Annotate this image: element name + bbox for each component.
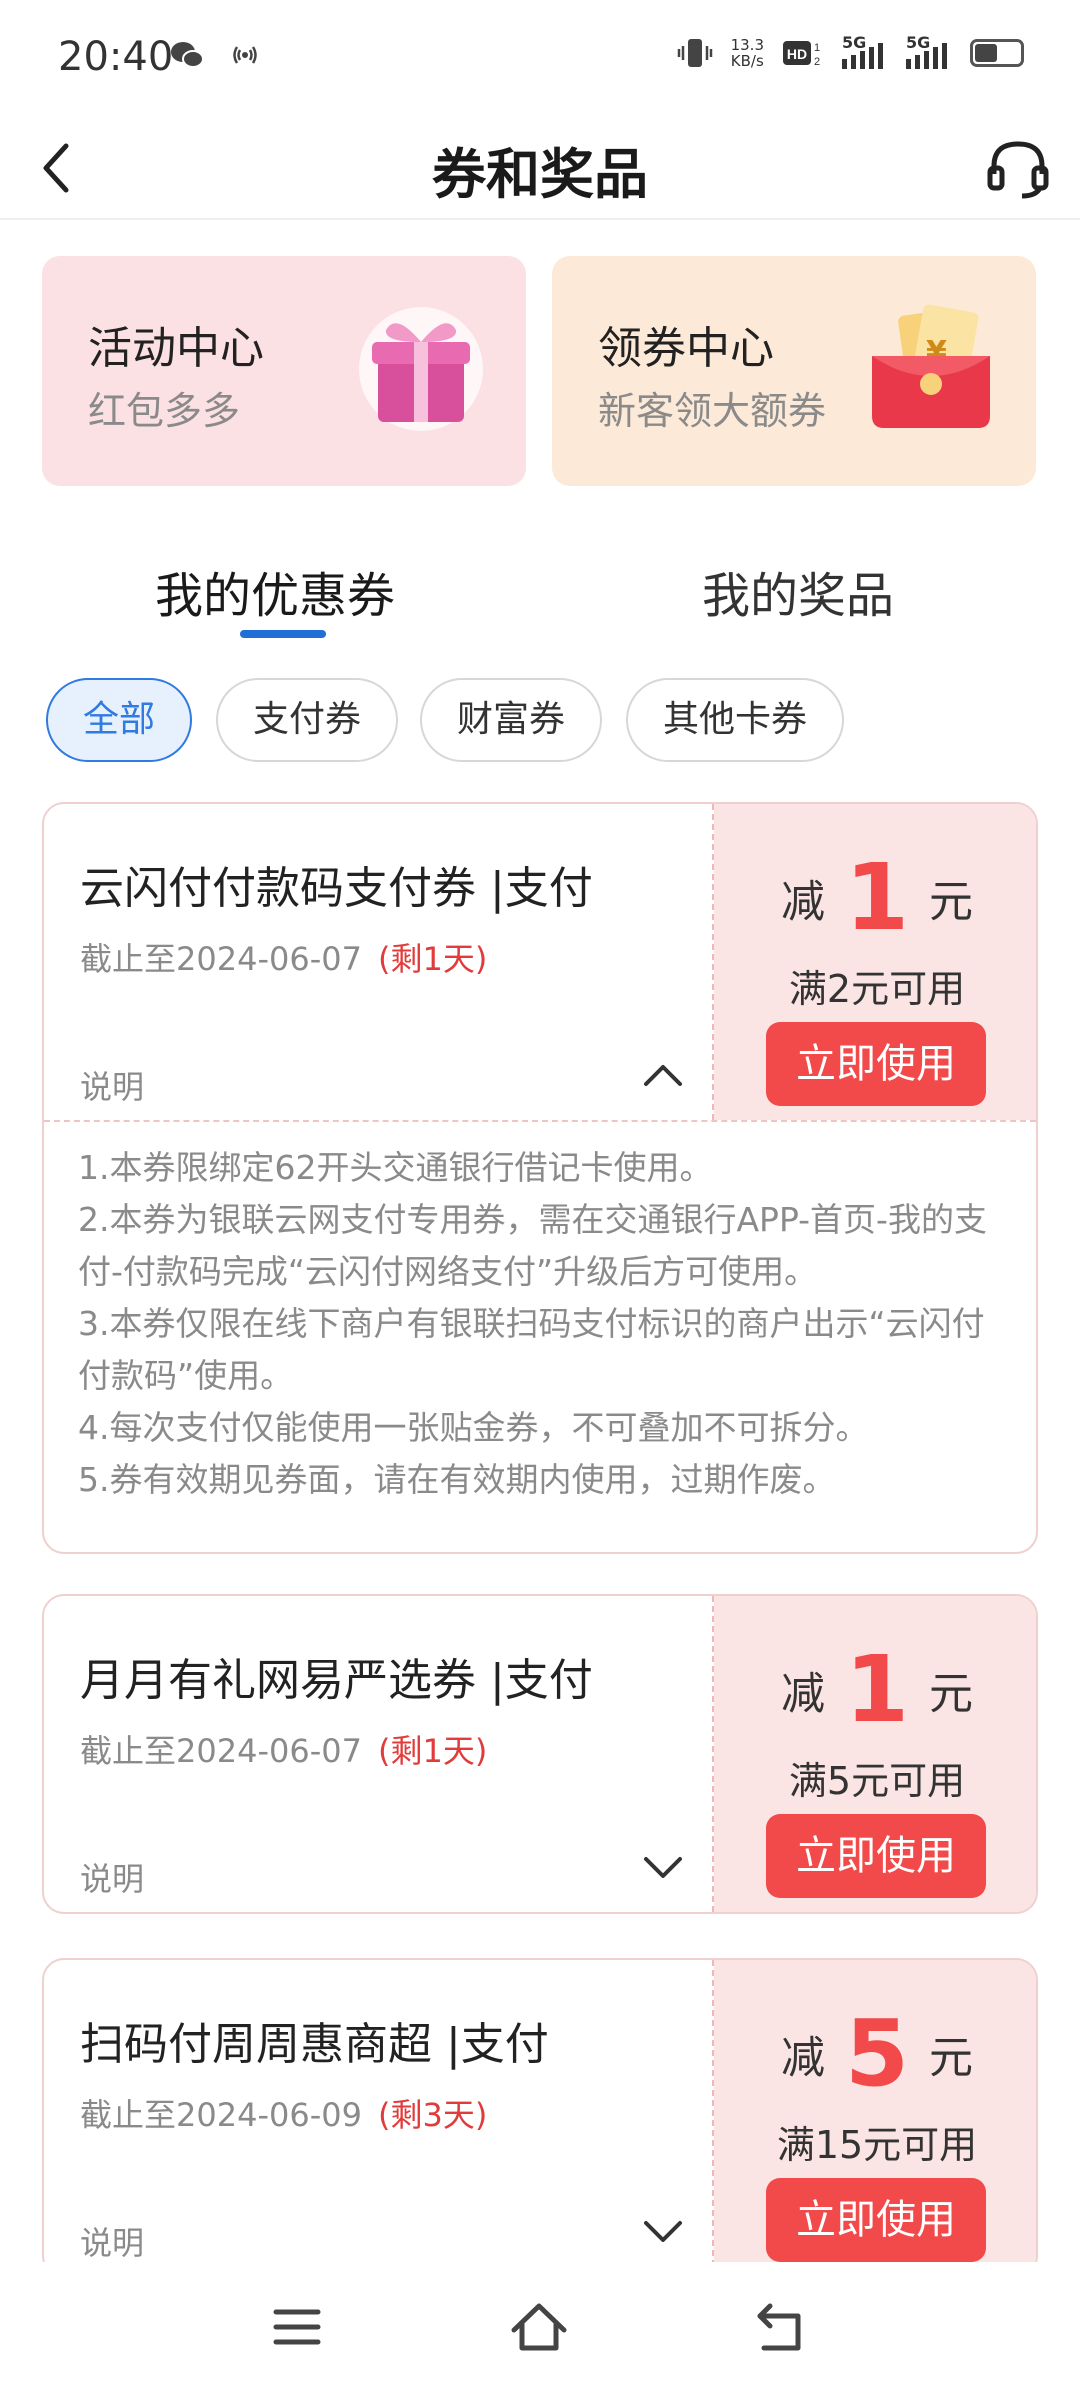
coupon-deadline: 截止至2024-06-09 (剩3天) xyxy=(80,2096,488,2134)
filter-chip-all[interactable]: 全部 xyxy=(46,678,192,762)
header: 券和奖品 xyxy=(0,110,1080,220)
coupon-explain-toggle[interactable]: 说明 xyxy=(80,1854,144,1900)
status-time: 20:40 xyxy=(58,34,174,80)
coupon-center-title: 领券中心 xyxy=(598,323,774,374)
chevron-down-icon[interactable] xyxy=(638,2210,688,2250)
coupon-deadline: 截止至2024-06-07 (剩1天) xyxy=(80,940,488,978)
coupon-name: 月月有礼网易严选券 |支付 xyxy=(80,1655,593,1706)
svg-text:1: 1 xyxy=(814,42,820,54)
battery-icon xyxy=(970,39,1024,67)
chevron-up-icon[interactable] xyxy=(638,1054,688,1094)
hotspot-icon xyxy=(233,46,257,64)
coupon-remaining: (剩1天) xyxy=(377,1732,488,1770)
wechat-icon xyxy=(171,42,204,68)
home-icon[interactable] xyxy=(504,2292,574,2362)
coupon-amount: 1 xyxy=(844,844,909,951)
network-speed: 13.3 KB/s xyxy=(730,36,764,70)
coupon-name: 扫码付周周惠商超 |支付 xyxy=(80,2019,549,2070)
coupon-remaining: (剩1天) xyxy=(377,940,488,978)
tab-my-prizes[interactable]: 我的奖品 xyxy=(702,556,894,626)
coupon-card: 云闪付付款码支付券 |支付 截止至2024-06-07 (剩1天) 说明 减1元 … xyxy=(42,802,1038,1554)
coupon-condition: 满5元可用 xyxy=(788,1759,966,1803)
signal-sim1-icon: 5G xyxy=(842,33,888,69)
coupon-explain-toggle[interactable]: 说明 xyxy=(80,2218,144,2264)
filter-chip-payment[interactable]: 支付券 xyxy=(216,678,398,762)
coupon-remaining: (剩3天) xyxy=(377,2096,488,2134)
activity-center-title: 活动中心 xyxy=(88,323,264,374)
coupon-deadline: 截止至2024-06-07 (剩1天) xyxy=(80,1732,488,1770)
coupon-card: 月月有礼网易严选券 |支付 截止至2024-06-07 (剩1天) 说明 减1元 … xyxy=(42,1594,1038,1914)
signal-sim2-icon: 5G xyxy=(906,33,952,69)
back-nav-icon[interactable] xyxy=(746,2292,816,2362)
rule-item: 4.每次支付仅能使用一张贴金券，不可叠加不可拆分。 xyxy=(78,1408,869,1447)
vibrate-icon xyxy=(677,39,712,67)
coupon-amount: 5 xyxy=(844,2000,909,2107)
rule-item: 5.券有效期见券面，请在有效期内使用，过期作废。 xyxy=(78,1460,836,1499)
system-nav-bar xyxy=(0,2262,1080,2388)
coupon-condition: 满15元可用 xyxy=(776,2123,978,2167)
coupon-center-subtitle: 新客领大额券 xyxy=(598,389,827,433)
coupon-discount: 减1元 xyxy=(780,844,973,951)
filter-chip-wealth[interactable]: 财富券 xyxy=(420,678,602,762)
coupon-condition: 满2元可用 xyxy=(788,967,966,1011)
svg-text:2: 2 xyxy=(814,56,820,68)
chevron-down-icon[interactable] xyxy=(638,1846,688,1886)
tab-my-coupons[interactable]: 我的优惠券 xyxy=(155,556,395,626)
hd-voice-icon: HD 1 2 xyxy=(783,41,820,68)
rule-item: 2.本券为银联云网支付专用券，需在交通银行APP-首页-我的支付-付款码完成“云… xyxy=(78,1200,987,1291)
coupon-explain-toggle[interactable]: 说明 xyxy=(80,1062,144,1108)
svg-text:HD: HD xyxy=(787,46,807,62)
coupon-center-card[interactable]: 领券中心 新客领大额券 ¥ xyxy=(552,256,1036,486)
use-now-button[interactable]: 立即使用 xyxy=(766,1814,986,1898)
coupon-rules: 1.本券限绑定62开头交通银行借记卡使用。 2.本券为银联云网支付专用券，需在交… xyxy=(78,1142,1008,1506)
use-now-button[interactable]: 立即使用 xyxy=(766,1022,986,1106)
red-envelope-icon: ¥ xyxy=(872,304,990,428)
coupon-name: 云闪付付款码支付券 |支付 xyxy=(80,863,593,914)
coupon-card: 扫码付周周惠商超 |支付 截止至2024-06-09 (剩3天) 说明 减5元 满… xyxy=(42,1958,1038,2278)
use-now-button[interactable]: 立即使用 xyxy=(766,2178,986,2262)
coupon-discount: 减1元 xyxy=(780,1636,973,1743)
tab-active-indicator xyxy=(240,630,326,638)
coupon-discount: 减5元 xyxy=(780,2000,973,2107)
menu-icon[interactable] xyxy=(262,2292,332,2362)
rule-item: 1.本券限绑定62开头交通银行借记卡使用。 xyxy=(78,1148,713,1187)
page-title: 券和奖品 xyxy=(432,143,648,206)
gift-box-icon xyxy=(359,307,483,431)
activity-center-subtitle: 红包多多 xyxy=(88,389,241,433)
rule-item: 3.本券仅限在线下商户有银联扫码支付标识的商户出示“云闪付付款码”使用。 xyxy=(78,1304,985,1395)
activity-center-card[interactable]: 活动中心 红包多多 xyxy=(42,256,526,486)
customer-service-icon[interactable] xyxy=(978,128,1058,208)
status-bar: 20:40 13.3 KB/s HD 1 2 5G 5G xyxy=(0,0,1080,110)
coupon-amount: 1 xyxy=(844,1636,909,1743)
filter-chip-other[interactable]: 其他卡券 xyxy=(626,678,844,762)
